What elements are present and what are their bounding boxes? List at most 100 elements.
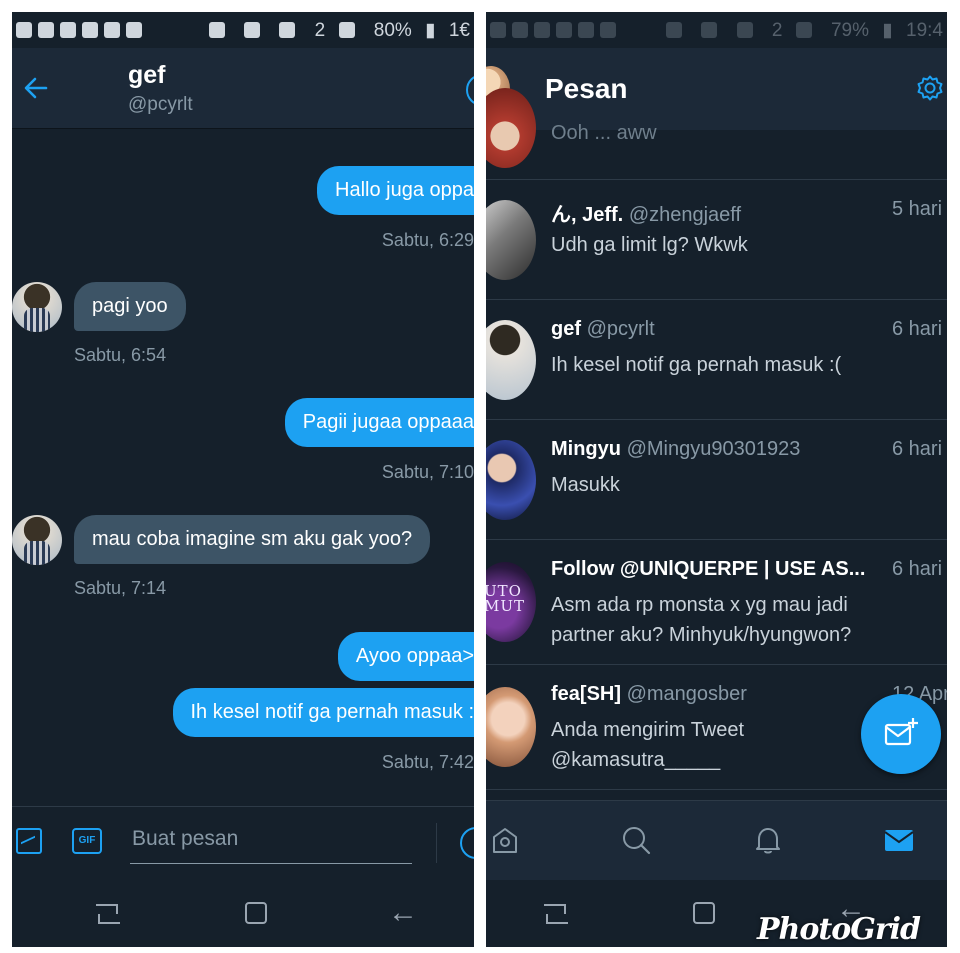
notification-icon [104, 22, 120, 38]
message-timestamp: Sabtu, 6:54 [74, 345, 167, 365]
message-timestamp: Sabtu, 7:10 [381, 462, 474, 482]
signal-icon [795, 22, 812, 38]
gear-icon[interactable] [916, 74, 944, 102]
status-bar: 2 80% ▮ 1€ [12, 12, 474, 48]
recent-apps-icon[interactable] [96, 902, 120, 924]
facebook-icon [126, 22, 142, 38]
conversation-time: 6 hari [892, 438, 943, 460]
compose-message-icon [884, 718, 918, 746]
avatar [486, 200, 536, 280]
outgoing-message[interactable]: Ih kesel notif ga pernah masuk : [172, 688, 474, 737]
info-icon[interactable] [466, 74, 474, 106]
conversation-item[interactable]: gef @pcyrlt 6 hari Ih kesel notif ga per… [486, 300, 947, 420]
mute-icon [701, 22, 718, 38]
gif-icon[interactable]: GIF [72, 828, 102, 854]
avatar[interactable] [12, 282, 62, 332]
status-left-icons [16, 20, 148, 42]
conversation-name: Follow @UNlQUERPE | USE AS... [551, 558, 866, 580]
back-icon[interactable]: ← [388, 898, 418, 928]
conversation-name: Mingyu @Mingyu90301923 [551, 438, 801, 460]
conversation-item[interactable]: Mingyu @Mingyu90301923 6 hari Masukk [486, 420, 947, 540]
message-timestamp: Sabtu, 7:42 [381, 752, 474, 772]
message-input[interactable] [130, 821, 412, 864]
notification-icon [578, 22, 594, 38]
outgoing-message[interactable]: Hallo juga oppa [317, 166, 474, 215]
message-timestamp: Sabtu, 7:14 [74, 578, 167, 598]
cast-icon [665, 22, 682, 38]
battery-icon: ▮ [882, 20, 893, 41]
back-arrow-icon[interactable] [20, 72, 52, 104]
conversation-name: fea[SH] @mangosber [551, 683, 747, 705]
divider [12, 128, 474, 129]
cast-icon [208, 22, 225, 38]
message-composer: GIF [12, 806, 474, 881]
chat-title: gef [128, 61, 166, 89]
wifi-icon [279, 22, 296, 38]
wifi-icon [736, 22, 753, 38]
avatar: UTO MUT [486, 562, 536, 642]
battery-icon: ▮ [425, 20, 436, 41]
image-icon[interactable] [16, 828, 42, 854]
clock: 19:4 [906, 20, 943, 41]
conversation-time: 6 hari [892, 318, 943, 340]
notification-icon [82, 22, 98, 38]
divider [436, 823, 437, 863]
incoming-message[interactable]: mau coba imagine sm aku gak yoo? [74, 515, 431, 564]
chat-screen: 2 80% ▮ 1€ gef @pcyrlt Hallo juga oppa S… [12, 12, 474, 947]
avatar-text: UTO MUT [486, 582, 526, 615]
conversation-name: ん, Jeff. @zhengjaeff [551, 204, 742, 226]
mute-icon [244, 22, 261, 38]
chat-header: gef @pcyrlt [12, 48, 474, 128]
notification-icon [38, 22, 54, 38]
search-icon[interactable] [621, 825, 651, 855]
avatar [486, 320, 536, 400]
page-title: Pesan [545, 73, 628, 104]
conversation-time: 6 hari [892, 558, 943, 580]
conversation-preview: Masukk [551, 474, 620, 496]
incoming-message[interactable]: pagi yoo [74, 282, 186, 331]
messages-screen: 2 79% ▮ 19:4 Pesan Ooh ... aww ん, Jeff. … [486, 12, 947, 947]
facebook-icon [600, 22, 616, 38]
conversation-preview: Ih kesel notif ga pernah masuk :( [551, 354, 842, 376]
status-left-icons [490, 20, 622, 42]
conversation-time: 5 hari [892, 198, 943, 220]
chat-handle: @pcyrlt [128, 94, 193, 115]
avatar [486, 687, 536, 767]
home-icon[interactable] [693, 902, 715, 924]
avatar [486, 440, 536, 520]
clock: 1€ [448, 20, 470, 41]
outgoing-message[interactable]: Ayoo oppaa> [337, 632, 474, 681]
bottom-tab-bar [486, 800, 947, 881]
status-right: 2 80% ▮ 1€ [201, 19, 470, 42]
battery-percent: 79% [830, 20, 869, 41]
signal-icon [338, 22, 355, 38]
home-icon[interactable] [245, 902, 267, 924]
status-right: 2 79% ▮ 19:4 [658, 19, 943, 42]
notification-icon [16, 22, 32, 38]
notification-icon [512, 22, 528, 38]
conversation-preview: Anda mengirim Tweet @kamasutra_____ [551, 719, 745, 771]
home-icon[interactable] [490, 825, 520, 855]
conversation-name: gef @pcyrlt [551, 318, 655, 340]
avatar[interactable] [12, 515, 62, 565]
recent-apps-icon[interactable] [544, 902, 568, 924]
new-message-button[interactable] [861, 694, 941, 774]
messages-icon[interactable] [884, 825, 914, 855]
send-icon[interactable] [460, 827, 474, 859]
status-bar: 2 79% ▮ 19:4 [486, 12, 947, 48]
sim-badge: 2 [314, 20, 326, 41]
conversation-preview: Ooh ... aww [551, 122, 657, 144]
battery-percent: 80% [373, 20, 412, 41]
conversation-item[interactable]: UTO MUT Follow @UNlQUERPE | USE AS... 6 … [486, 540, 947, 665]
notifications-icon[interactable] [753, 825, 783, 855]
conversation-item[interactable]: ん, Jeff. @zhengjaeff 5 hari Udh ga limit… [486, 180, 947, 300]
notification-icon [490, 22, 506, 38]
notification-icon [534, 22, 550, 38]
system-nav-bar: ← [12, 880, 474, 947]
message-timestamp: Sabtu, 6:29 [381, 230, 474, 250]
notification-icon [60, 22, 76, 38]
outgoing-message[interactable]: Pagii jugaa oppaaa [284, 398, 474, 447]
sim-badge: 2 [771, 20, 783, 41]
conversation-item[interactable]: Ooh ... aww [486, 88, 947, 180]
notification-icon [556, 22, 572, 38]
